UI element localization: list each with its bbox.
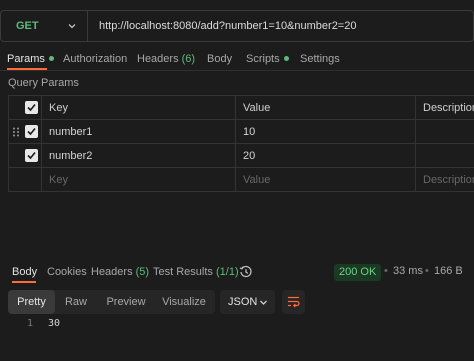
tab-headers-count: (6) — [181, 53, 196, 65]
format-preview[interactable]: Preview — [102, 290, 150, 314]
format-pretty[interactable]: Pretty — [8, 290, 55, 314]
table-row-empty: Key Value Description — [8, 168, 474, 192]
tab-response-headers[interactable]: Headers (5) — [91, 263, 149, 283]
table-row: number1 10 — [8, 120, 474, 144]
header-value: Value — [235, 96, 415, 120]
tab-authorization[interactable]: Authorization — [63, 50, 127, 70]
params-header-row: Key Value Description — [8, 96, 474, 120]
language-select[interactable]: JSON — [220, 290, 275, 314]
tab-settings[interactable]: Settings — [300, 50, 340, 70]
tab-response-headers-count: (5) — [135, 266, 150, 278]
method-select[interactable]: GET — [1, 11, 88, 41]
tab-cookies-label: Cookies — [47, 266, 87, 278]
tab-body[interactable]: Body — [207, 50, 232, 70]
tab-body-label: Body — [207, 53, 233, 65]
param-value[interactable]: 10 — [235, 120, 415, 144]
response-body-content[interactable]: 30 — [48, 318, 60, 329]
status-badge[interactable]: 200 OK — [334, 264, 382, 281]
row-checkbox-cell — [8, 144, 41, 168]
drag-handle-icon[interactable] — [12, 127, 20, 137]
wrap-lines-button[interactable] — [282, 290, 305, 314]
tab-headers[interactable]: Headers (6) — [137, 50, 195, 70]
checkbox-checked-icon[interactable] — [25, 101, 38, 114]
response-time[interactable]: 33 ms — [393, 265, 423, 277]
param-key[interactable]: number1 — [41, 120, 235, 144]
new-description-input[interactable]: Description — [415, 168, 474, 192]
tab-headers-label: Headers — [137, 53, 179, 65]
language-label: JSON — [228, 296, 258, 308]
tab-test-results-count: (1/1) — [215, 266, 239, 278]
chevron-down-icon — [68, 24, 76, 29]
new-value-input[interactable]: Value — [235, 168, 415, 192]
meta-separator: • — [384, 265, 388, 277]
row-checkbox-cell — [8, 168, 41, 192]
header-description: Description — [415, 96, 474, 120]
line-number: 1 — [27, 318, 34, 329]
url-input[interactable]: http://localhost:8080/add?number1=10&num… — [99, 11, 356, 41]
request-tabs: Params Authorization Headers (6) Body Sc… — [0, 50, 474, 70]
tab-response-headers-label: Headers — [91, 266, 133, 278]
chevron-down-icon — [260, 300, 267, 305]
params-table: Key Value Description number1 10 number2… — [8, 95, 474, 192]
format-visualize[interactable]: Visualize — [157, 290, 211, 314]
tab-params-label: Params — [7, 53, 45, 65]
param-description[interactable] — [415, 120, 474, 144]
new-key-input[interactable]: Key — [41, 168, 235, 192]
history-icon[interactable] — [239, 265, 253, 279]
scripts-dot-icon — [283, 55, 289, 61]
active-dot-icon — [48, 55, 54, 61]
format-raw[interactable]: Raw — [57, 290, 95, 314]
response-size[interactable]: 166 B — [434, 265, 463, 277]
tab-scripts[interactable]: Scripts — [246, 50, 289, 70]
method-label: GET — [16, 20, 39, 32]
tab-settings-label: Settings — [300, 53, 340, 65]
tab-test-results-label: Test Results — [153, 266, 213, 278]
row-checkbox-cell — [8, 120, 41, 144]
param-description[interactable] — [415, 144, 474, 168]
table-row: number2 20 — [8, 144, 474, 168]
tab-params[interactable]: Params — [7, 50, 54, 70]
tabs-divider — [0, 70, 474, 71]
checkbox-checked-icon[interactable] — [25, 149, 38, 162]
meta-separator: • — [425, 265, 429, 277]
active-response-tab-underline — [12, 281, 36, 283]
param-value[interactable]: 20 — [235, 144, 415, 168]
tab-response-body[interactable]: Body — [12, 263, 37, 283]
checkbox-checked-icon[interactable] — [25, 125, 38, 138]
format-segmented-control: Pretty Raw Preview Visualize — [8, 290, 215, 314]
tab-authorization-label: Authorization — [63, 53, 128, 65]
header-checkbox-cell — [8, 96, 41, 120]
query-params-title: Query Params — [8, 77, 79, 89]
tab-scripts-label: Scripts — [246, 53, 280, 65]
param-key[interactable]: number2 — [41, 144, 235, 168]
wrap-lines-icon — [288, 296, 300, 308]
tab-test-results[interactable]: Test Results (1/1) — [153, 263, 239, 283]
tab-response-body-label: Body — [12, 266, 38, 278]
tab-cookies[interactable]: Cookies — [47, 263, 87, 283]
header-key: Key — [41, 96, 235, 120]
request-url-bar: GET http://localhost:8080/add?number1=10… — [0, 10, 474, 42]
